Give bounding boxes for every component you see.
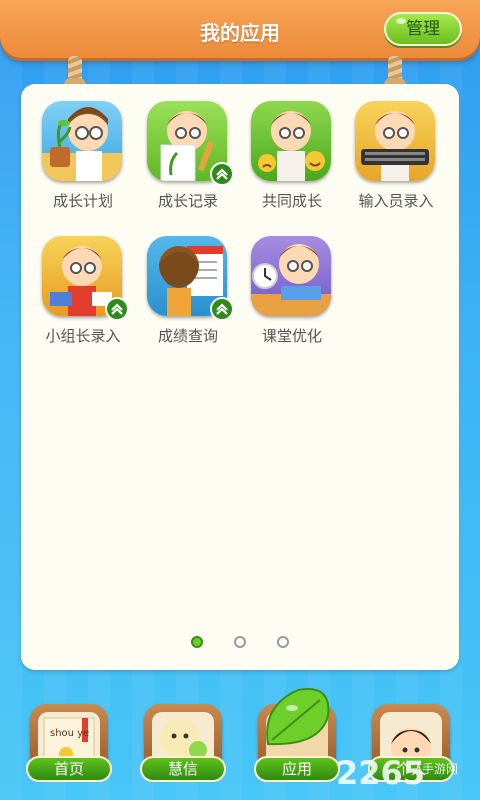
classroom-optimize-icon (251, 236, 331, 316)
app-growth-plan[interactable]: 成长计划 (21, 84, 125, 214)
app-label: 课堂优化 (261, 327, 322, 345)
apps-panel: 成长计划 成长记录 共同成长 输入员录入 小组长录入 成绩查询 课堂优化 (21, 84, 459, 670)
app-classroom-optimize[interactable]: 课堂优化 (230, 219, 334, 349)
leaf-icon (266, 688, 330, 746)
growth-plan-icon (42, 101, 122, 181)
nav-messages[interactable]: 慧信 (140, 698, 226, 790)
nav-apps[interactable]: 应用 (254, 688, 340, 790)
home-icon-text: shou ye (50, 728, 89, 739)
app-header: 我的应用 管理 (0, 0, 480, 58)
watermark-number: 2265 (336, 754, 426, 792)
site-watermark: 2265 手游网 (336, 752, 476, 792)
app-grow-together[interactable]: 共同成长 (230, 84, 334, 214)
app-label: 输入员录入 (358, 192, 434, 210)
app-score-query[interactable]: 成绩查询 (126, 219, 234, 349)
nav-label: 应用 (254, 756, 340, 782)
rope-left (64, 56, 86, 92)
pager-dot-2[interactable] (234, 636, 246, 648)
app-input-entry[interactable]: 输入员录入 (334, 84, 438, 214)
gloss-highlight (396, 18, 406, 24)
grow-together-icon (251, 101, 331, 181)
pager-dot-3[interactable] (277, 636, 289, 648)
app-growth-record[interactable]: 成长记录 (126, 84, 234, 214)
app-group-leader-entry[interactable]: 小组长录入 (21, 219, 129, 349)
nav-label: 慧信 (140, 756, 226, 782)
nav-home[interactable]: shou ye 首页 (26, 698, 112, 790)
nav-label: 首页 (26, 756, 112, 782)
manage-button-label: 管理 (406, 19, 440, 39)
rope-right (384, 56, 406, 92)
pager-dot-1[interactable] (191, 636, 203, 648)
manage-button[interactable]: 管理 (384, 12, 462, 46)
input-entry-icon (355, 101, 435, 181)
watermark-subtext: 手游网 (422, 762, 459, 776)
